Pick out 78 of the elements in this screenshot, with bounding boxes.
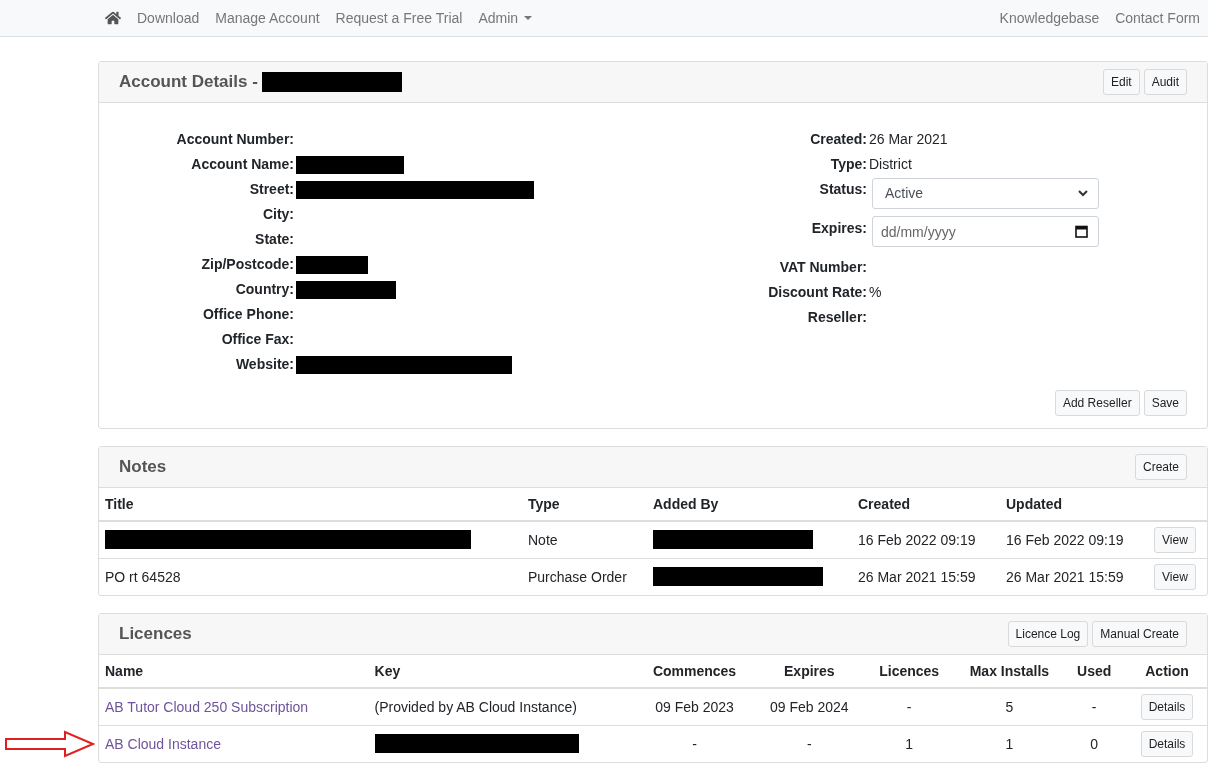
date-field[interactable]: dd/mm/yyyy	[872, 216, 1099, 247]
panel-title: Notes	[119, 457, 167, 477]
column-header: Max Installs	[957, 655, 1062, 688]
view-button[interactable]: View	[1154, 526, 1196, 553]
field-label: Office Phone:	[202, 305, 294, 324]
details-button[interactable]: Details	[1140, 693, 1194, 720]
field-label: Office Fax:	[220, 330, 294, 349]
nav-link[interactable]: Request a Free Trial	[335, 10, 463, 26]
nav-link[interactable]: Manage Account	[215, 10, 320, 26]
table-cell: PO rt 64528	[105, 568, 181, 585]
chevron-down-icon	[1078, 190, 1088, 197]
header-button[interactable]: Audit	[1143, 69, 1187, 95]
header-button[interactable]: Edit	[1102, 69, 1140, 95]
table-cell: 16 Feb 2022 09:19	[858, 531, 976, 548]
table-cell: 09 Feb 2023	[655, 698, 734, 715]
header-button[interactable]: Manual Create	[1092, 621, 1187, 647]
field-label: City:	[261, 205, 294, 224]
field-label: Created:	[809, 130, 867, 149]
column-header: Key	[368, 655, 632, 688]
table-cell: -	[1091, 698, 1097, 715]
table-cell: 26 Mar 2021 15:59	[858, 568, 976, 585]
table-cell: Note	[528, 531, 558, 548]
column-header: Added By	[647, 488, 852, 521]
column-header: Title	[99, 488, 522, 521]
table-cell: -	[692, 735, 697, 752]
field-label: Status:	[818, 180, 867, 199]
field-value: District	[869, 155, 912, 174]
field-label: State:	[254, 230, 294, 249]
table-cell: (Provided by AB Cloud Instance)	[374, 698, 577, 715]
field-value: %	[869, 283, 882, 302]
field-label: Discount Rate:	[767, 283, 867, 302]
column-header: Created	[852, 488, 1000, 521]
nav-dropdown[interactable]: Admin	[478, 10, 533, 26]
field-label: VAT Number:	[778, 258, 867, 277]
column-header: Type	[522, 488, 647, 521]
panel-title: Licences	[119, 624, 192, 644]
field-label: Expires:	[810, 219, 867, 238]
field-label: Reseller:	[806, 308, 867, 327]
column-header: Updated	[1000, 488, 1148, 521]
calendar-icon	[1075, 225, 1088, 238]
column-header: Commences	[631, 655, 758, 688]
field-label: Account Number:	[175, 130, 294, 149]
field-label: Website:	[234, 355, 294, 374]
field-label: Street:	[248, 180, 294, 199]
status-select[interactable]: Active	[872, 178, 1099, 209]
table-cell: 5	[1005, 698, 1014, 715]
column-header: Action	[1127, 655, 1207, 688]
table-cell: Purchase Order	[528, 568, 627, 585]
table-cell: 0	[1090, 735, 1099, 752]
header-button[interactable]: Create	[1134, 454, 1187, 480]
field-value: 26 Mar 2021	[869, 130, 948, 149]
licence-link[interactable]: AB Cloud Instance	[105, 735, 221, 752]
field-label: Country:	[234, 280, 294, 299]
home-icon[interactable]	[105, 10, 121, 26]
panel-title: Account Details -	[119, 72, 258, 92]
field-label: Zip/Postcode:	[200, 255, 294, 274]
nav-link[interactable]: Download	[137, 10, 200, 26]
nav-link[interactable]: Knowledgebase	[999, 10, 1100, 26]
table-cell: 09 Feb 2024	[770, 698, 849, 715]
table-cell: 1	[1005, 735, 1014, 752]
header-button[interactable]: Licence Log	[1007, 621, 1089, 647]
field-label: Type:	[829, 155, 867, 174]
column-header: Used	[1061, 655, 1128, 688]
field-label: Account Name:	[190, 155, 294, 174]
table-cell: 1	[905, 735, 914, 752]
table-cell: -	[906, 698, 912, 715]
column-header: Expires	[757, 655, 861, 688]
column-header: Licences	[860, 655, 958, 688]
details-button[interactable]: Details	[1140, 730, 1194, 757]
table-cell: -	[807, 735, 812, 752]
column-header: Name	[99, 655, 369, 688]
table-cell: 16 Feb 2022 09:19	[1006, 531, 1124, 548]
form-button[interactable]: Save	[1143, 390, 1187, 416]
nav-link[interactable]: Contact Form	[1115, 10, 1200, 26]
licence-link[interactable]: AB Tutor Cloud 250 Subscription	[105, 698, 309, 715]
view-button[interactable]: View	[1154, 563, 1196, 590]
form-button[interactable]: Add Reseller	[1054, 390, 1140, 416]
table-cell: 26 Mar 2021 15:59	[1006, 568, 1124, 585]
